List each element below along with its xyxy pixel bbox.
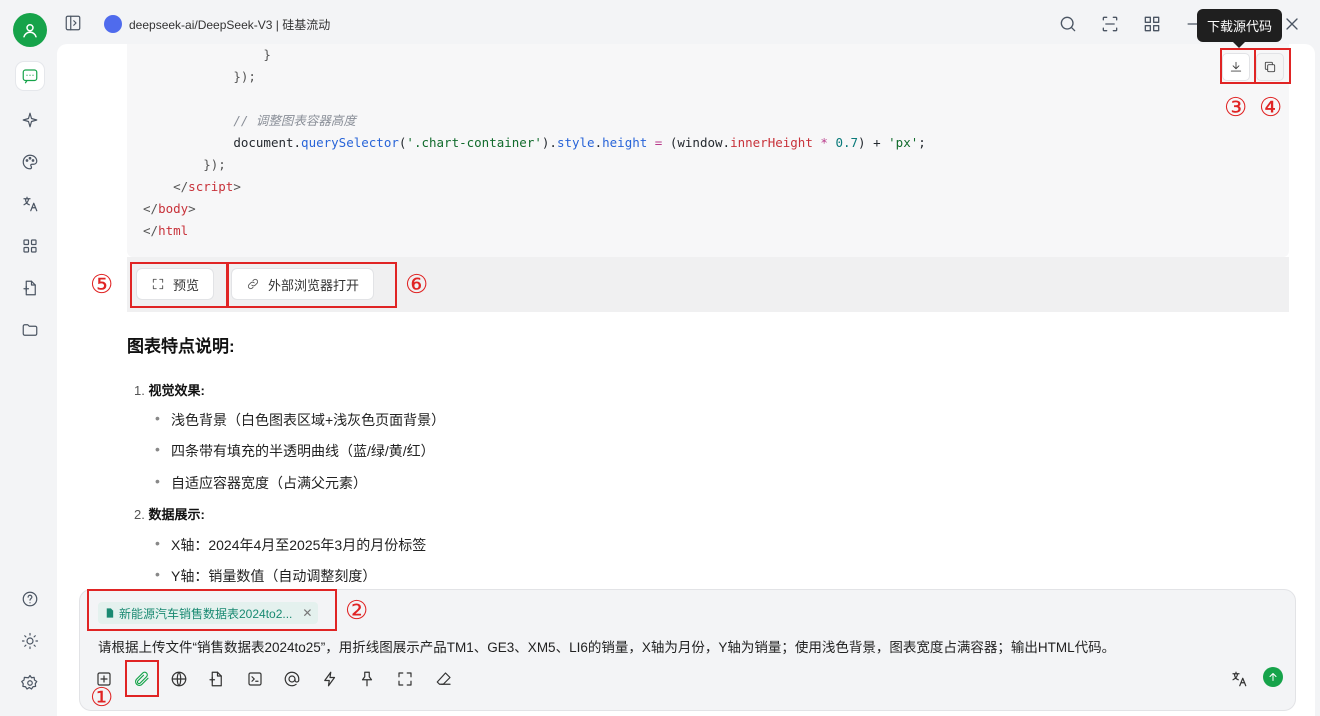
prompt-input[interactable]: 请根据上传文件“销售数据表2024to25”，用折线图展示产品TM1、GE3、X… <box>98 636 1115 656</box>
list-item: 四条带有填充的半透明曲线（蓝/绿/黄/红） <box>155 441 435 461</box>
translate-nav[interactable] <box>16 190 44 218</box>
code-line: </body> <box>143 201 196 216</box>
code-line: </script> <box>173 179 241 194</box>
fullscreen-tool[interactable] <box>394 668 416 690</box>
at-icon <box>284 671 300 687</box>
annotation-marker-6: ⑥ <box>405 269 429 299</box>
file-icon <box>106 608 114 618</box>
gear-icon <box>21 674 38 690</box>
code-line: </html <box>143 223 189 238</box>
chat-icon <box>22 69 38 84</box>
download-tooltip: 下载源代码 <box>1197 9 1282 48</box>
web-search-tool[interactable] <box>168 668 190 690</box>
translate-icon <box>1232 671 1247 687</box>
code-line: // 调整图表容器高度 <box>233 113 356 128</box>
knowledge-tool[interactable] <box>205 668 227 690</box>
download-icon <box>1230 61 1242 72</box>
open-external-button[interactable]: 外部浏览器打开 <box>231 268 375 300</box>
sidebar-toggle-icon[interactable] <box>64 14 82 32</box>
attachment-chip[interactable]: 新能源汽车销售数据表2024to2... ✕ <box>98 602 319 624</box>
pin-tool[interactable] <box>356 668 378 690</box>
folder-icon <box>22 324 38 336</box>
help-icon <box>22 591 38 607</box>
preview-label: 预览 <box>173 277 200 293</box>
sparkle-icon <box>22 112 38 128</box>
user-avatar[interactable] <box>13 13 47 47</box>
mention-tool[interactable] <box>281 668 303 690</box>
settings-nav[interactable] <box>16 669 44 697</box>
palette-nav[interactable] <box>16 148 44 176</box>
code-line: }); <box>203 157 226 172</box>
send-button[interactable] <box>1263 667 1283 687</box>
grid-icon <box>23 239 37 253</box>
document-icon <box>23 280 36 296</box>
response-heading: 图表特点说明: <box>127 337 235 356</box>
grid-view-icon[interactable] <box>1142 14 1162 34</box>
translate-tool[interactable] <box>1228 668 1250 690</box>
clear-tool[interactable] <box>433 668 455 690</box>
code-action-bar: 预览 外部浏览器打开 <box>127 257 1289 312</box>
code-content: } }); // 调整图表容器高度 document.querySelector… <box>143 44 926 242</box>
window-title: deepseek-ai/DeepSeek-V3 | 硅基流动 <box>129 18 331 32</box>
sun-icon <box>21 632 39 650</box>
user-icon <box>23 24 37 38</box>
folder-nav[interactable] <box>16 316 44 344</box>
top-bar: deepseek-ai/DeepSeek-V3 | 硅基流动 <box>60 0 1320 46</box>
code-block: } }); // 调整图表容器高度 document.querySelector… <box>127 44 1289 257</box>
remove-attachment-icon[interactable]: ✕ <box>302 606 312 620</box>
close-icon[interactable] <box>1282 14 1302 34</box>
document-icon <box>209 671 222 687</box>
terminal-icon <box>248 672 262 686</box>
code-line: } <box>263 47 271 62</box>
list-item: Y轴：销量数值（自动调整刻度） <box>155 566 376 586</box>
attach-file-button[interactable] <box>131 668 153 690</box>
document-nav[interactable] <box>16 274 44 302</box>
list-item: 浅色背景（白色图表区域+浅灰色页面背景） <box>155 410 445 430</box>
terminal-tool[interactable] <box>244 668 266 690</box>
chat-input-area: 新能源汽车销售数据表2024to2... ✕ 请根据上传文件“销售数据表2024… <box>79 589 1296 711</box>
lightning-icon <box>324 671 336 687</box>
theme-nav[interactable] <box>16 627 44 655</box>
globe-icon <box>171 671 187 687</box>
translate-icon <box>23 196 38 212</box>
list-item: 自适应容器宽度（占满父元素） <box>155 473 367 493</box>
left-rail <box>0 0 60 716</box>
pin-icon <box>361 671 373 687</box>
arrow-up-icon <box>1269 673 1277 681</box>
attachment-name: 新能源汽车销售数据表2024to2... <box>119 606 293 621</box>
palette-icon <box>22 154 38 170</box>
annotation-marker-1: ① <box>90 682 114 712</box>
annotation-marker-5: ⑤ <box>90 269 114 299</box>
list-item: 2. 数据展示: <box>134 507 205 522</box>
help-nav[interactable] <box>16 585 44 613</box>
code-line: }); <box>233 69 256 84</box>
sparkle-nav[interactable] <box>16 106 44 134</box>
scan-icon[interactable] <box>1100 14 1120 34</box>
copy-icon <box>1264 61 1276 73</box>
annotation-marker-2: ② <box>345 595 369 625</box>
list-item: X轴：2024年4月至2025年3月的月份标签 <box>155 535 426 555</box>
apps-nav[interactable] <box>16 232 44 260</box>
list-item: 1. 视觉效果: <box>134 383 205 398</box>
fullscreen-icon <box>152 278 164 290</box>
chat-nav[interactable] <box>16 62 44 90</box>
copy-code-button[interactable] <box>1256 53 1284 81</box>
annotation-marker-4: ④ <box>1259 92 1283 122</box>
preview-button[interactable]: 预览 <box>136 268 215 300</box>
quick-tool[interactable] <box>319 668 341 690</box>
link-icon <box>248 279 258 289</box>
fullscreen-icon <box>398 672 412 686</box>
annotation-marker-3: ③ <box>1224 92 1248 122</box>
download-source-button[interactable] <box>1222 53 1250 81</box>
paperclip-icon <box>135 671 149 686</box>
deepseek-logo-icon <box>104 15 122 33</box>
eraser-icon <box>436 672 451 685</box>
open-external-label: 外部浏览器打开 <box>268 277 360 293</box>
search-icon[interactable] <box>1058 14 1078 34</box>
code-line: document.querySelector('.chart-container… <box>233 135 926 150</box>
